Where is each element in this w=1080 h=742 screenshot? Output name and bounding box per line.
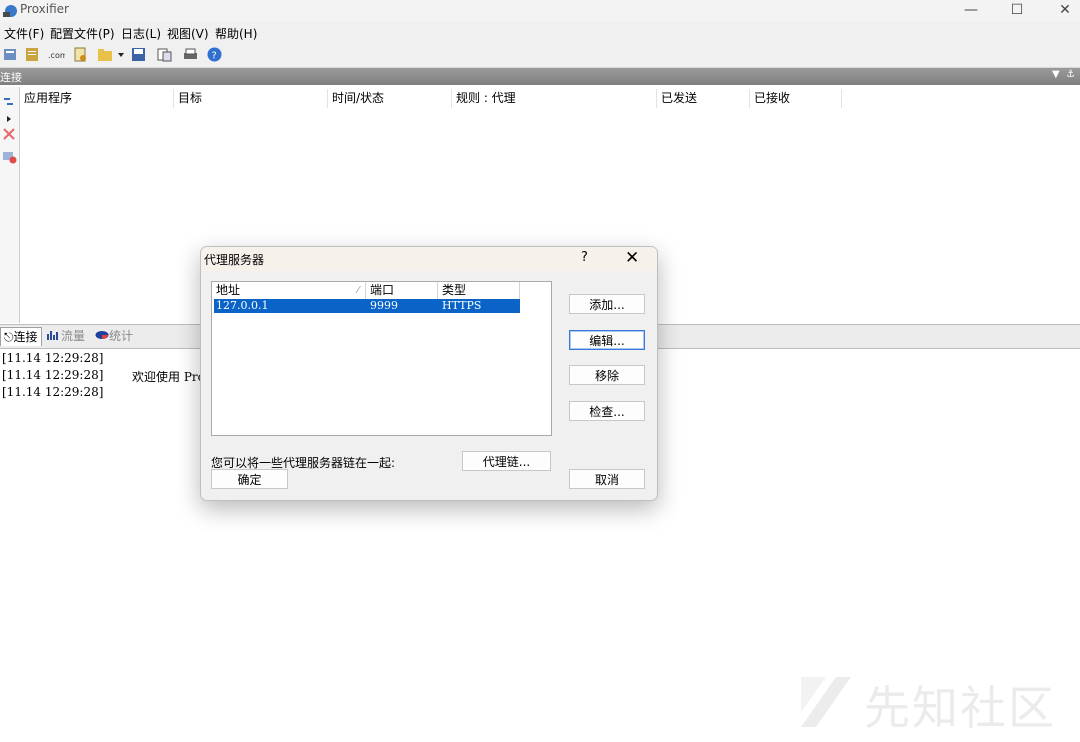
proxifier-logo-icon — [3, 5, 17, 17]
statistics-icon — [95, 331, 109, 339]
disconnect-icon[interactable] — [2, 150, 17, 164]
column-address[interactable]: 地址 ⁄ — [212, 282, 366, 299]
advanced-icon[interactable] — [72, 46, 89, 63]
column-sent[interactable]: 已发送 — [657, 89, 750, 108]
check-button[interactable]: 检查... — [569, 401, 645, 421]
svg-text:.com: .com — [48, 51, 65, 60]
tab-connections[interactable]: ⎋连接 — [0, 327, 42, 346]
maximize-button[interactable]: ☐ — [994, 0, 1040, 22]
column-port[interactable]: 端口 — [366, 282, 438, 299]
expand-tree-icon[interactable] — [2, 95, 17, 109]
proxy-type: HTTPS — [442, 299, 482, 312]
tab-traffic[interactable]: 流量 — [44, 327, 88, 345]
menu-bar: 文件(F) 配置文件(P) 日志(L) 视图(V) 帮助(H) — [0, 22, 1080, 42]
connections-table-header: 应用程序 目标 时间/状态 规则 : 代理 已发送 已接收 — [20, 89, 842, 108]
title-bar: Proxifier — ☐ ✕ — [0, 0, 1080, 22]
traffic-icon — [47, 331, 58, 340]
close-connection-icon[interactable] — [2, 127, 17, 141]
close-window-button[interactable]: ✕ — [1042, 0, 1080, 22]
svg-text:?: ? — [212, 51, 217, 62]
menu-profile[interactable]: 配置文件(P) — [50, 25, 115, 42]
pin-icon[interactable]: ⚓ — [1066, 69, 1075, 80]
connections-pane-header: 连接 ▼ ⚓ — [0, 68, 1080, 85]
window-title: Proxifier — [20, 2, 69, 16]
dialog-close-button[interactable]: ✕ — [625, 248, 639, 268]
tab-statistics[interactable]: 统计 — [92, 327, 136, 345]
edit-button[interactable]: 编辑... — [569, 330, 645, 350]
menu-view[interactable]: 视图(V) — [167, 25, 209, 42]
pane-title: 连接 — [0, 71, 22, 84]
cancel-button[interactable]: 取消 — [569, 469, 645, 489]
remove-button[interactable]: 移除 — [569, 365, 645, 385]
menu-file[interactable]: 文件(F) — [4, 25, 44, 42]
pane-menu-icon[interactable]: ▼ — [1052, 69, 1060, 80]
side-toolbar — [0, 87, 20, 323]
ok-button[interactable]: 确定 — [211, 469, 288, 489]
dropdown-arrow-icon[interactable] — [116, 46, 126, 63]
name-resolution-icon[interactable]: .com — [48, 46, 65, 63]
proxy-chain-button[interactable]: 代理链... — [462, 451, 551, 471]
proxy-servers-dialog: 代理服务器 ? ✕ 地址 ⁄ 端口 类型 127.0.0.1 9999 HTTP… — [200, 246, 658, 501]
column-application[interactable]: 应用程序 — [20, 89, 174, 108]
column-type[interactable]: 类型 — [438, 282, 520, 299]
dialog-help-button[interactable]: ? — [581, 250, 588, 265]
dialog-title: 代理服务器 — [204, 253, 265, 267]
add-button[interactable]: 添加... — [569, 294, 645, 314]
column-time-status[interactable]: 时间/状态 — [328, 89, 452, 108]
menu-help[interactable]: 帮助(H) — [215, 25, 257, 42]
minimize-button[interactable]: — — [948, 0, 994, 22]
connections-icon: ⎋ — [4, 330, 14, 344]
log-row: [11.14 12:29:28] 欢迎使用 Pro — [2, 368, 205, 384]
dialog-title-bar: 代理服务器 ? ✕ — [201, 247, 657, 271]
rules-icon[interactable] — [24, 46, 41, 63]
proxy-address: 127.0.0.1 — [216, 299, 269, 312]
watermark: 先知社区 — [796, 672, 1066, 735]
log-row: [11.14 12:29:28] — [2, 351, 104, 365]
print-icon[interactable] — [182, 46, 199, 63]
column-target[interactable]: 目标 — [174, 89, 328, 108]
log-row: [11.14 12:29:28] — [2, 385, 104, 399]
help-icon[interactable]: ? — [206, 46, 223, 63]
toolbar: .com ? — [0, 42, 1080, 68]
proxy-row-selected[interactable]: 127.0.0.1 9999 HTTPS — [214, 299, 520, 313]
column-received[interactable]: 已接收 — [750, 89, 842, 108]
save-profile-icon[interactable] — [130, 46, 147, 63]
proxy-servers-icon[interactable] — [2, 46, 19, 63]
import-export-icon[interactable] — [156, 46, 173, 63]
open-profile-icon[interactable] — [97, 46, 114, 63]
watermark-logo-icon — [801, 677, 851, 727]
log-message: 欢迎使用 Pro — [132, 370, 205, 384]
sort-indicator-icon: ⁄ — [357, 285, 359, 296]
menu-log[interactable]: 日志(L) — [121, 25, 161, 42]
proxy-port: 9999 — [370, 299, 398, 312]
proxy-list[interactable]: 地址 ⁄ 端口 类型 127.0.0.1 9999 HTTPS — [211, 281, 552, 436]
column-rule-proxy[interactable]: 规则 : 代理 — [452, 89, 657, 108]
arrow-right-icon[interactable] — [2, 112, 17, 126]
